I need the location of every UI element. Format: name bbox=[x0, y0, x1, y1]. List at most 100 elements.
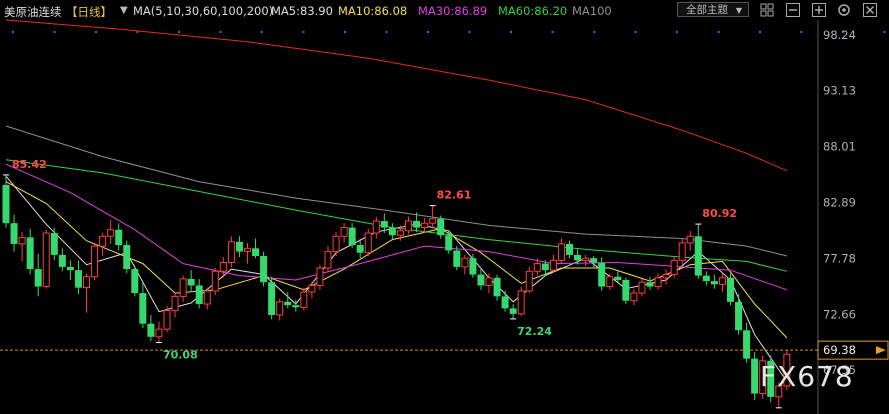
candle bbox=[163, 306, 171, 333]
ma10-line bbox=[5, 181, 788, 339]
candle bbox=[26, 228, 34, 275]
candle bbox=[638, 278, 646, 297]
candle-body bbox=[203, 290, 211, 305]
candle-body bbox=[638, 281, 646, 294]
candle bbox=[461, 254, 469, 275]
y-tick-label: 72.66 bbox=[823, 307, 856, 321]
annotation-label: 80.92 bbox=[702, 207, 737, 220]
candle-body bbox=[227, 241, 235, 264]
candle bbox=[566, 240, 573, 259]
candle bbox=[252, 238, 260, 259]
candle bbox=[630, 288, 638, 306]
candle bbox=[58, 248, 66, 272]
candle bbox=[727, 273, 734, 306]
annotation-label: 72.24 bbox=[517, 325, 552, 338]
y-tick-label: 98.24 bbox=[823, 28, 856, 42]
candle bbox=[42, 229, 50, 289]
chevron-down-icon: ▼ bbox=[735, 6, 742, 15]
ma-dropdown-icon[interactable]: ▼ bbox=[120, 5, 128, 16]
grid-dot bbox=[427, 31, 429, 33]
ma100-line bbox=[5, 125, 788, 257]
grid-dot bbox=[302, 31, 305, 33]
candle bbox=[276, 298, 284, 321]
candle bbox=[364, 228, 372, 256]
candle bbox=[18, 231, 26, 262]
candle-body bbox=[179, 278, 187, 297]
candle bbox=[123, 240, 131, 274]
candle-body bbox=[718, 277, 726, 285]
candle-body bbox=[2, 184, 10, 224]
candle-body bbox=[678, 242, 686, 261]
candle-body bbox=[123, 245, 131, 270]
grid-dot bbox=[883, 31, 886, 33]
candle-body bbox=[155, 328, 163, 338]
period-label[interactable]: 【日线】 bbox=[66, 4, 112, 20]
candle bbox=[453, 246, 461, 271]
candle-body bbox=[340, 227, 348, 237]
candle-body bbox=[396, 230, 404, 236]
grid-dot bbox=[261, 31, 263, 33]
candle-body bbox=[18, 236, 26, 245]
candle-body bbox=[509, 308, 517, 314]
candle bbox=[582, 254, 590, 266]
chart-header: 美原油连续 【日线】 ▼ MA(5,10,30,60,100,200) MA5:… bbox=[0, 0, 889, 22]
candle-body bbox=[324, 251, 332, 269]
settings-icon[interactable] bbox=[835, 1, 853, 19]
candle bbox=[139, 283, 147, 329]
grid-dot bbox=[95, 31, 97, 33]
candle-body bbox=[99, 235, 107, 247]
candle bbox=[147, 314, 155, 342]
candle-body bbox=[662, 274, 670, 279]
candle-body bbox=[453, 250, 461, 267]
candle-body bbox=[670, 259, 678, 276]
minus-icon[interactable] bbox=[784, 1, 802, 19]
ma-group-label[interactable]: MA(5,10,30,60,100,200) bbox=[133, 4, 273, 18]
candle-body bbox=[710, 281, 718, 285]
candle-body bbox=[654, 277, 662, 288]
candle-body bbox=[235, 241, 243, 252]
candle bbox=[646, 276, 654, 290]
candle bbox=[50, 227, 58, 261]
candle bbox=[332, 231, 340, 256]
y-tick-label: 88.01 bbox=[823, 140, 856, 154]
theme-select[interactable]: 全部主题 ▼ bbox=[677, 2, 749, 17]
candle-body bbox=[469, 258, 477, 275]
grid-dot bbox=[53, 31, 56, 33]
candle bbox=[244, 242, 251, 264]
grid-dot bbox=[12, 31, 14, 33]
grid-dot bbox=[634, 31, 637, 33]
plus-icon[interactable] bbox=[810, 1, 828, 19]
grid-dot bbox=[717, 31, 720, 33]
candlestick-chart: 85.4282.6170.0872.2480.9264.10 98.2493.1… bbox=[0, 19, 889, 414]
candle-body bbox=[74, 270, 82, 288]
candle bbox=[598, 257, 606, 291]
candle bbox=[735, 294, 743, 335]
grid-dot bbox=[219, 31, 222, 33]
grid-dot bbox=[510, 31, 512, 33]
candle-body bbox=[614, 276, 622, 280]
annotation-label: 82.61 bbox=[437, 189, 472, 202]
candle bbox=[405, 216, 412, 235]
candle-body bbox=[429, 218, 437, 224]
candle bbox=[115, 223, 123, 251]
grid-icon[interactable] bbox=[758, 1, 776, 19]
candle-body bbox=[10, 223, 18, 244]
candle-body bbox=[477, 274, 485, 286]
close-icon[interactable] bbox=[861, 1, 879, 19]
candle-body bbox=[557, 243, 565, 261]
candle-body bbox=[364, 232, 372, 254]
candle bbox=[622, 277, 630, 305]
grid-dot bbox=[759, 31, 761, 33]
candle-body bbox=[91, 245, 99, 278]
candle-body bbox=[574, 254, 582, 261]
ma5-value: MA5:83.90 bbox=[271, 4, 333, 18]
moving-average-lines bbox=[5, 19, 788, 382]
grid-dot bbox=[800, 31, 803, 33]
y-tick-label: 82.89 bbox=[823, 196, 856, 210]
candle-body bbox=[284, 301, 292, 306]
candle-body bbox=[493, 277, 501, 297]
candle-body bbox=[268, 282, 276, 315]
candle-body bbox=[147, 323, 155, 337]
candle bbox=[421, 217, 429, 234]
candle-body bbox=[517, 290, 525, 315]
